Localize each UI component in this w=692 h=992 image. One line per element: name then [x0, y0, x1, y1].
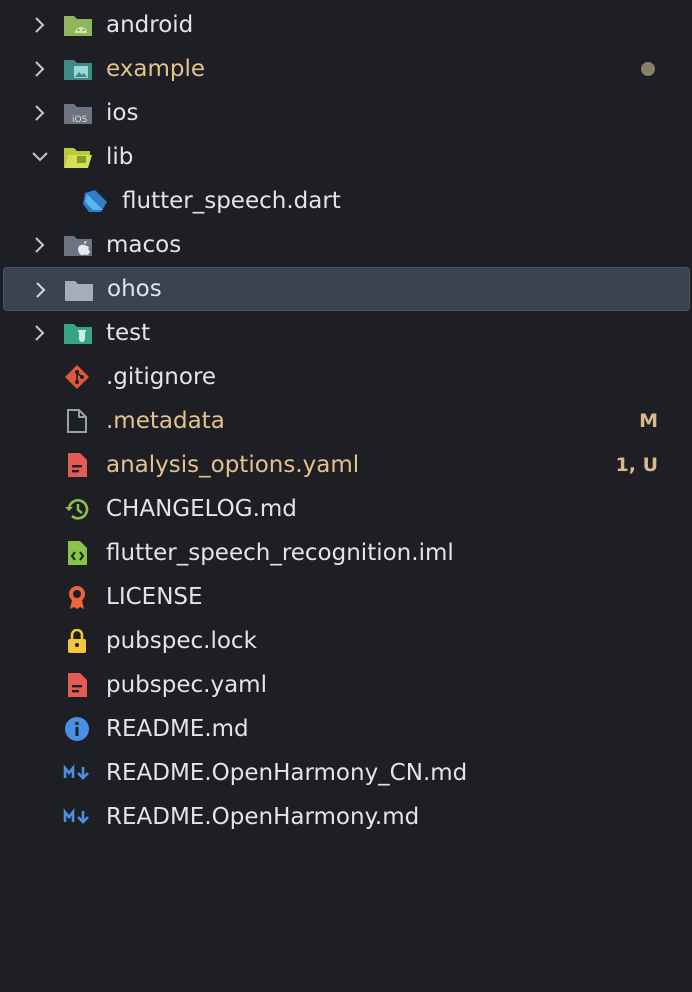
history-icon	[65, 499, 89, 520]
tree-item-label: ohos	[107, 276, 162, 302]
git-status-badge: 1, U	[615, 454, 658, 476]
chevron-down-icon[interactable]	[29, 148, 51, 166]
tree-item-analysis-options-yaml[interactable]: analysis_options.yaml 1, U	[0, 443, 692, 487]
chevron-right-icon[interactable]	[31, 234, 49, 256]
tree-item-readme[interactable]: README.md	[0, 707, 692, 751]
tree-item-label: LICENSE	[106, 584, 203, 610]
tree-item-label: android	[106, 12, 194, 38]
image-folder-icon	[64, 60, 92, 80]
ios-folder-icon: iOS	[64, 104, 92, 125]
test-folder-icon	[64, 324, 92, 344]
markdown-icon	[63, 808, 89, 824]
git-status-badge: M	[639, 410, 658, 432]
lib-folder-open-icon	[64, 148, 92, 168]
tree-item-macos[interactable]: macos	[0, 223, 692, 267]
tree-item-lib[interactable]: lib	[0, 135, 692, 179]
tree-item-metadata[interactable]: .metadata M	[0, 399, 692, 443]
tree-item-readme-openharmony-cn[interactable]: README.OpenHarmony_CN.md	[0, 751, 692, 795]
tree-item-label: README.OpenHarmony_CN.md	[106, 760, 468, 786]
tree-item-iml[interactable]: flutter_speech_recognition.iml	[0, 531, 692, 575]
tree-item-label: pubspec.yaml	[106, 672, 267, 698]
tree-item-label: flutter_speech_recognition.iml	[106, 540, 454, 566]
tree-item-label: lib	[106, 144, 134, 170]
modified-dot-icon	[641, 62, 655, 76]
tree-item-label: README.OpenHarmony.md	[106, 804, 420, 830]
yaml-file-icon	[68, 453, 87, 477]
tree-item-ohos[interactable]: ohos	[3, 267, 690, 311]
tree-item-label: .gitignore	[106, 364, 217, 390]
tree-item-label: macos	[106, 232, 182, 258]
tree-item-test[interactable]: test	[0, 311, 692, 355]
iml-file-icon	[68, 541, 87, 565]
tree-item-ios[interactable]: iOS ios	[0, 91, 692, 135]
svg-text:iOS: iOS	[72, 115, 88, 125]
tree-item-label: analysis_options.yaml	[106, 452, 360, 478]
chevron-right-icon[interactable]	[31, 102, 49, 124]
markdown-icon	[63, 764, 89, 780]
tree-item-label: test	[106, 320, 151, 346]
tree-item-gitignore[interactable]: .gitignore	[0, 355, 692, 399]
tree-item-readme-openharmony[interactable]: README.OpenHarmony.md	[0, 795, 692, 839]
apple-folder-icon	[64, 236, 92, 256]
tree-item-android[interactable]: android	[0, 3, 692, 47]
tree-item-label: pubspec.lock	[106, 628, 257, 654]
dart-file-icon	[83, 190, 107, 212]
chevron-right-icon[interactable]	[31, 322, 49, 344]
file-icon	[67, 409, 87, 433]
tree-item-flutter-speech-dart[interactable]: flutter_speech.dart	[0, 179, 692, 223]
tree-item-label: README.md	[106, 716, 249, 742]
info-icon	[65, 717, 89, 741]
git-icon	[65, 365, 89, 389]
lock-icon	[68, 629, 86, 653]
tree-item-label: flutter_speech.dart	[122, 188, 341, 214]
file-explorer: android example iOS ios lib flutter_spee…	[0, 0, 692, 992]
chevron-right-icon[interactable]	[31, 14, 49, 36]
chevron-right-icon[interactable]	[31, 58, 49, 80]
android-folder-icon	[64, 16, 92, 36]
yaml-file-icon	[68, 673, 87, 697]
folder-icon	[65, 281, 93, 301]
tree-item-label: CHANGELOG.md	[106, 496, 297, 522]
license-icon	[69, 586, 85, 609]
tree-item-license[interactable]: LICENSE	[0, 575, 692, 619]
tree-item-label: .metadata	[106, 408, 225, 434]
tree-item-pubspec-lock[interactable]: pubspec.lock	[0, 619, 692, 663]
tree-item-pubspec-yaml[interactable]: pubspec.yaml	[0, 663, 692, 707]
tree-item-label: example	[106, 56, 205, 82]
tree-item-label: ios	[106, 100, 139, 126]
tree-item-example[interactable]: example	[0, 47, 692, 91]
chevron-right-icon[interactable]	[32, 279, 50, 301]
tree-item-changelog[interactable]: CHANGELOG.md	[0, 487, 692, 531]
